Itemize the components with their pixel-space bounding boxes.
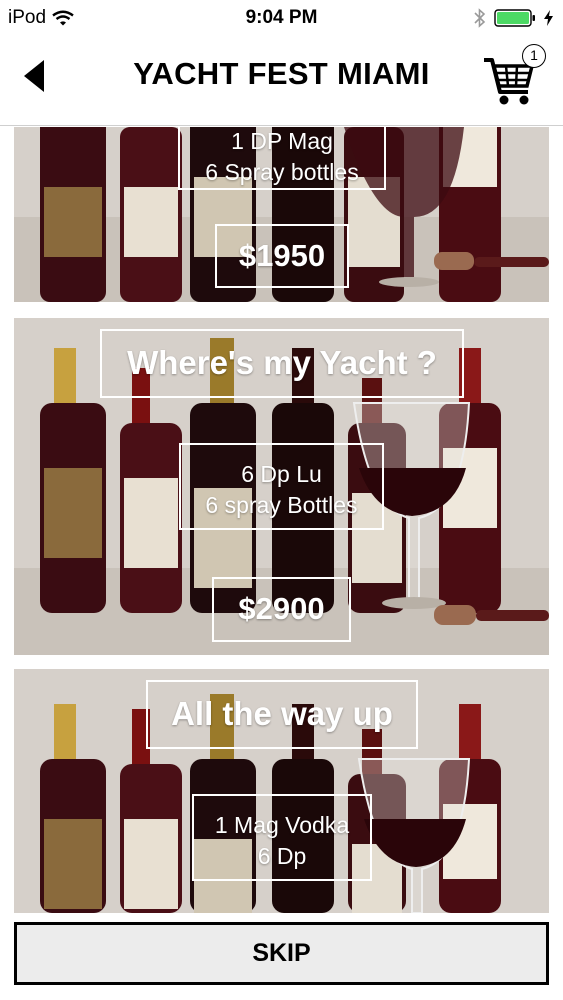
status-bar: iPod 9:04 PM (0, 0, 563, 38)
package-title: Where's my Yacht ? (100, 329, 464, 398)
skip-button[interactable]: SKIP (14, 922, 549, 985)
package-title: All the way up (146, 680, 418, 749)
package-items: 1 Mag Vodka 6 Dp (192, 794, 372, 881)
page-title: YACHT FEST MIAMI (133, 56, 430, 91)
package-items: 1 DP Mag 6 Spray bottles (178, 127, 386, 190)
nav-bar: YACHT FEST MIAMI 1 (0, 38, 563, 126)
bluetooth-icon (474, 8, 486, 28)
package-card[interactable]: All the way up 1 Mag Vodka 6 Dp (14, 669, 549, 913)
cart-count-badge: 1 (522, 44, 546, 68)
status-right (474, 8, 553, 28)
package-items: 6 Dp Lu 6 spray Bottles (179, 443, 384, 530)
battery-icon (494, 9, 535, 27)
package-item-line: 1 Mag Vodka (214, 812, 350, 838)
package-item-line: 6 spray Bottles (205, 492, 358, 518)
charging-icon (544, 10, 553, 26)
package-price: $1950 (215, 224, 349, 288)
cart-button[interactable]: 1 (482, 44, 552, 108)
package-item-line: 6 Dp (257, 843, 307, 869)
package-card[interactable]: 1 DP Mag 6 Spray bottles $1950 (14, 127, 549, 302)
package-item-line: 1 DP Mag (231, 128, 333, 154)
package-list[interactable]: 1 DP Mag 6 Spray bottles $1950 Where's m… (0, 127, 563, 913)
package-item-line: 6 Spray bottles (205, 159, 359, 185)
package-price: $2900 (212, 577, 351, 642)
package-card[interactable]: Where's my Yacht ? 6 Dp Lu 6 spray Bottl… (14, 318, 549, 655)
package-item-line: 6 Dp Lu (241, 461, 322, 487)
